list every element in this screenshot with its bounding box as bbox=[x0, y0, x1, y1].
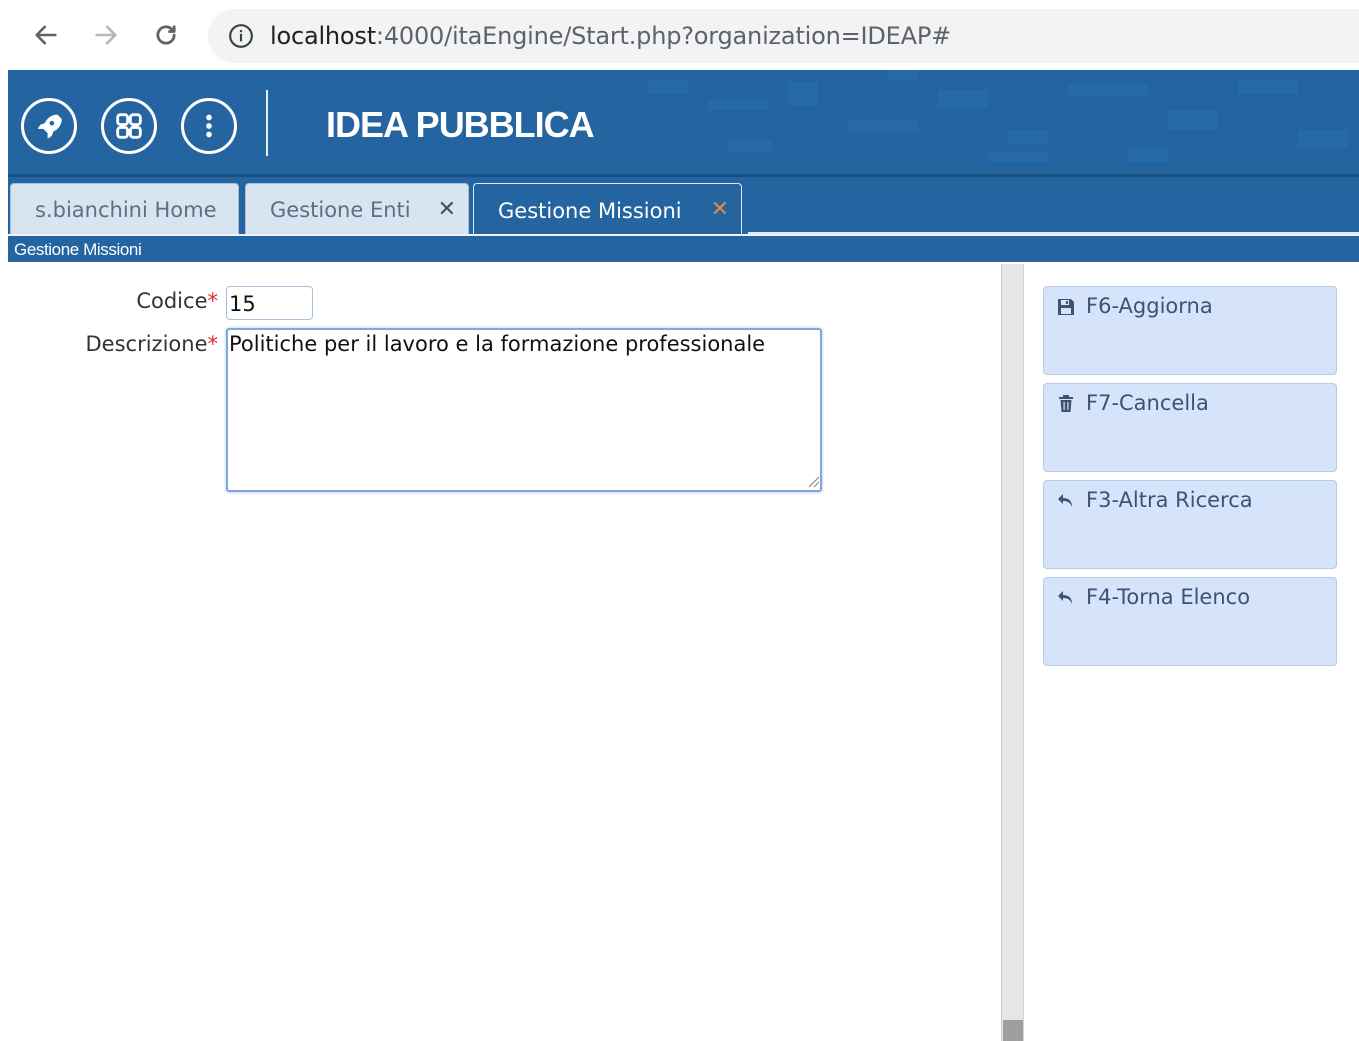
close-icon[interactable]: ✕ bbox=[438, 197, 456, 222]
address-bar[interactable]: localhost:4000/itaEngine/Start.php?organ… bbox=[208, 9, 1359, 63]
descrizione-label-text: Descrizione bbox=[85, 332, 208, 356]
undo-arrow-icon bbox=[1058, 494, 1072, 507]
url-text: localhost:4000/itaEngine/Start.php?organ… bbox=[270, 22, 951, 50]
codice-label: Codice* bbox=[88, 289, 218, 313]
aggiorna-button[interactable]: F6-Aggiorna bbox=[1043, 286, 1337, 375]
descrizione-label: Descrizione* bbox=[48, 332, 218, 356]
browser-toolbar: localhost:4000/itaEngine/Start.php?organ… bbox=[0, 0, 1359, 70]
tab-label: Gestione Missioni bbox=[498, 198, 682, 223]
tab-label: Gestione Enti bbox=[270, 198, 411, 222]
tab-bar: s.bianchini Home Gestione Enti ✕ Gestion… bbox=[8, 174, 1359, 237]
url-path: :4000/itaEngine/Start.php?organization=I… bbox=[375, 22, 952, 50]
form-panel: Codice* Descrizione* Politiche per il la… bbox=[8, 264, 1001, 1041]
undo-arrow-icon bbox=[1058, 591, 1072, 604]
altra-ricerca-label: F3-Altra Ricerca bbox=[1086, 488, 1253, 512]
info-icon[interactable] bbox=[228, 23, 254, 49]
tab-home[interactable]: s.bianchini Home bbox=[10, 183, 239, 237]
required-mark: * bbox=[207, 289, 219, 313]
close-icon[interactable]: ✕ bbox=[711, 197, 729, 222]
vertical-scrollbar[interactable] bbox=[1001, 264, 1023, 1041]
apps-button[interactable] bbox=[101, 98, 157, 154]
cancella-label: F7-Cancella bbox=[1086, 391, 1209, 415]
cancella-button[interactable]: F7-Cancella bbox=[1043, 383, 1337, 472]
breadcrumb: Gestione Missioni bbox=[8, 234, 1359, 262]
app-title: IDEA PUBBLICA bbox=[326, 104, 595, 145]
more-vertical-icon bbox=[206, 114, 212, 138]
aggiorna-label: F6-Aggiorna bbox=[1086, 294, 1213, 318]
arrow-right-icon bbox=[95, 25, 117, 45]
apps-grid-icon bbox=[116, 113, 142, 139]
trash-icon bbox=[1059, 395, 1073, 412]
tab-gestione-enti[interactable]: Gestione Enti ✕ bbox=[245, 183, 469, 237]
back-button[interactable] bbox=[28, 17, 64, 53]
reload-button[interactable] bbox=[148, 17, 184, 53]
resize-grip-icon[interactable] bbox=[806, 474, 820, 488]
torna-elenco-label: F4-Torna Elenco bbox=[1086, 585, 1251, 609]
reload-icon bbox=[156, 25, 176, 45]
url-host: localhost bbox=[270, 22, 376, 50]
save-icon bbox=[1058, 299, 1074, 315]
app-header: IDEA PUBBLICA bbox=[8, 70, 1359, 174]
header-separator bbox=[266, 90, 268, 156]
forward-button[interactable] bbox=[88, 17, 124, 53]
required-mark: * bbox=[207, 332, 219, 356]
altra-ricerca-button[interactable]: F3-Altra Ricerca bbox=[1043, 480, 1337, 569]
more-options-button[interactable] bbox=[181, 98, 237, 154]
descrizione-textarea[interactable]: Politiche per il lavoro e la formazione … bbox=[226, 328, 822, 492]
action-panel: F6-Aggiorna F7-Cancella F3-Altra Ricerca… bbox=[1023, 264, 1359, 1041]
breadcrumb-text: Gestione Missioni bbox=[14, 240, 142, 259]
tab-label: s.bianchini Home bbox=[35, 198, 217, 222]
torna-elenco-button[interactable]: F4-Torna Elenco bbox=[1043, 577, 1337, 666]
tab-gestione-missioni[interactable]: Gestione Missioni ✕ bbox=[473, 183, 742, 237]
rocket-icon bbox=[37, 114, 62, 139]
scrollbar-thumb[interactable] bbox=[1003, 1020, 1023, 1041]
arrow-left-icon bbox=[35, 25, 57, 45]
launcher-button[interactable] bbox=[21, 98, 77, 154]
codice-input[interactable] bbox=[226, 286, 313, 320]
codice-label-text: Codice bbox=[136, 289, 208, 313]
